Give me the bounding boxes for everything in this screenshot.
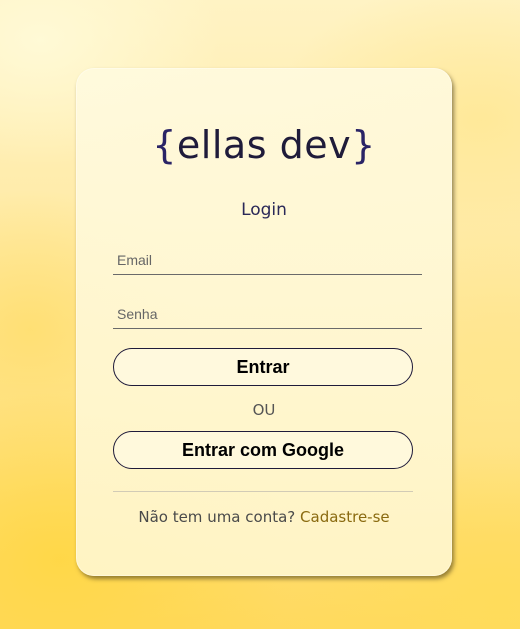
login-button[interactable]: Entrar — [113, 348, 413, 386]
logo-open-brace: { — [152, 123, 177, 167]
google-login-button[interactable]: Entrar com Google — [113, 431, 413, 469]
page-title: Login — [241, 200, 287, 220]
login-card: {ellas dev} Login Entrar OU Entrar com G… — [76, 68, 452, 576]
divider — [113, 491, 413, 492]
or-separator: OU — [252, 401, 276, 419]
password-field[interactable] — [113, 301, 422, 329]
email-field[interactable] — [113, 247, 422, 275]
ellas-dev-logo: {ellas dev} — [76, 126, 452, 164]
signup-link[interactable]: Cadastre-se — [300, 508, 390, 526]
signup-prompt-text: Não tem uma conta? — [138, 508, 296, 526]
signup-prompt: Não tem uma conta? Cadastre-se — [76, 508, 452, 526]
logo-text: ellas dev — [176, 123, 352, 167]
logo-close-brace: } — [351, 123, 376, 167]
